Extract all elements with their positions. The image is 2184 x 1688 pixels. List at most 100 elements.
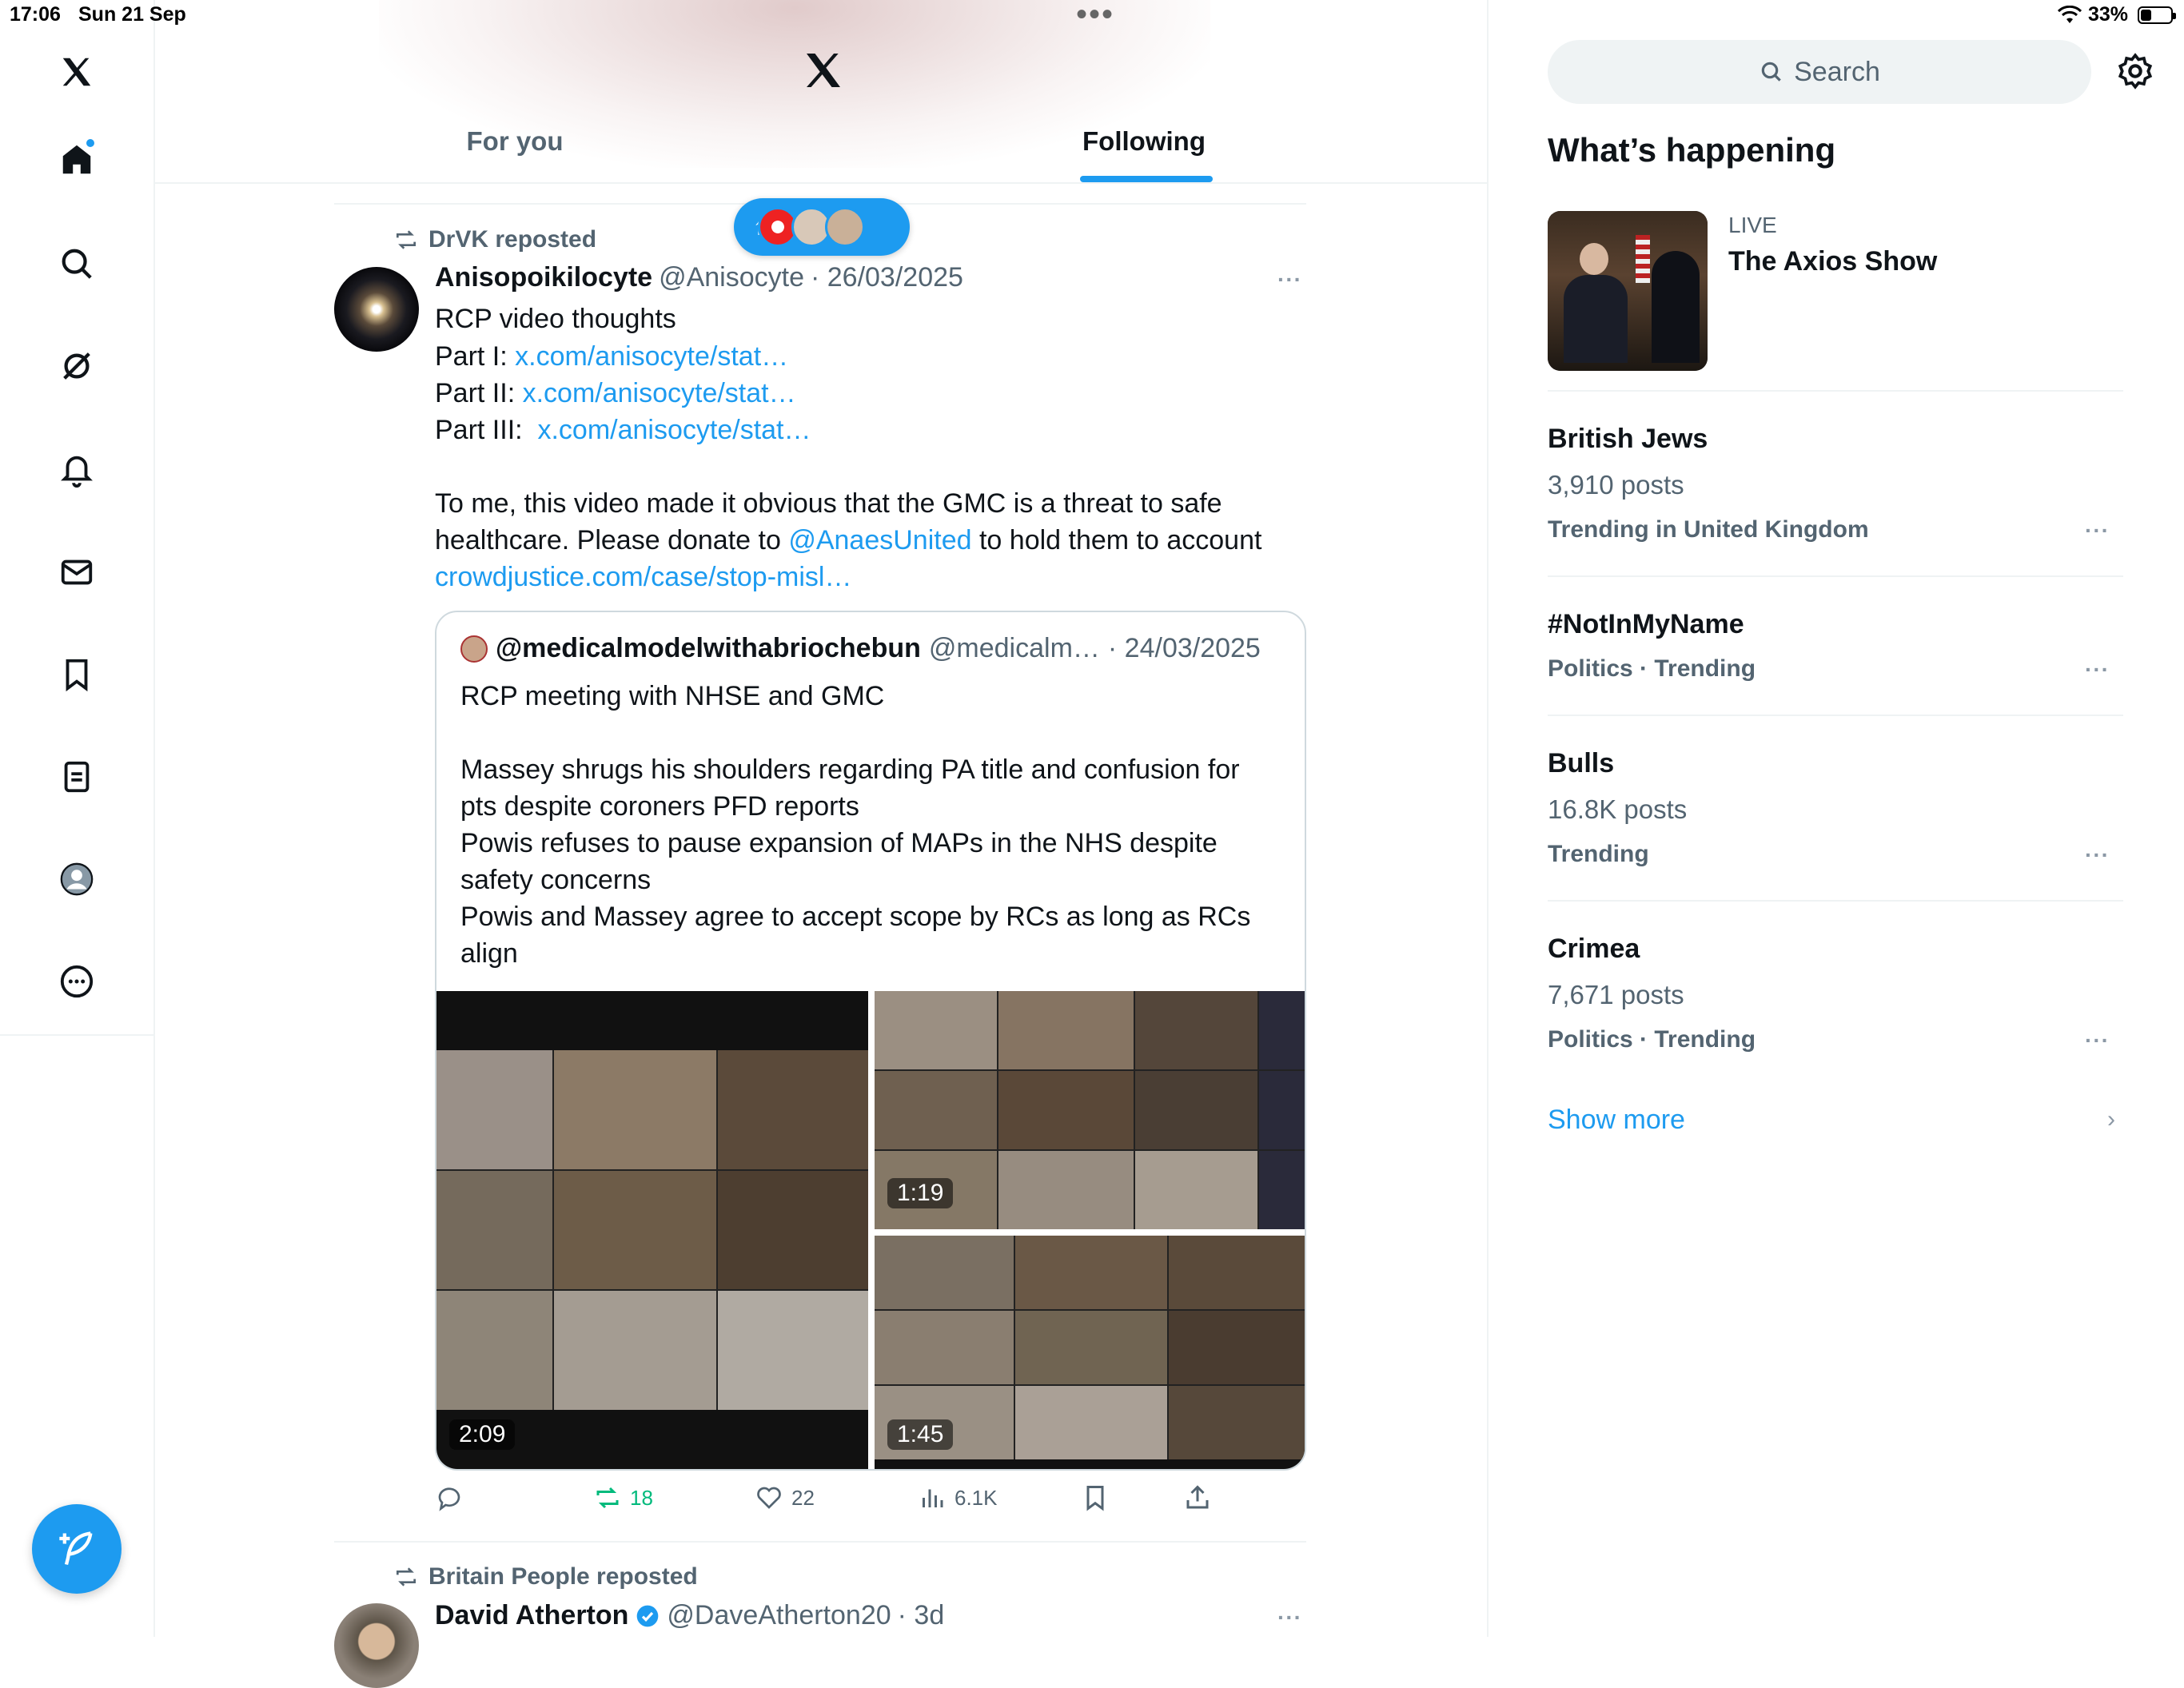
search-placeholder: Search bbox=[1794, 56, 1880, 87]
tab-for-you[interactable]: For you bbox=[435, 126, 595, 157]
status-bar: 17:06 Sun 21 Sep 33% bbox=[0, 0, 2184, 32]
trend-context: Trending bbox=[1548, 841, 1649, 867]
author-handle[interactable]: @Anisocyte bbox=[659, 262, 804, 293]
repost-context[interactable]: DrVK reposted bbox=[393, 226, 596, 253]
home-icon[interactable] bbox=[54, 137, 99, 182]
feather-plus-icon bbox=[59, 1531, 93, 1566]
trend-title[interactable]: #NotInMyName bbox=[1548, 609, 1744, 640]
repost-context[interactable]: Britain People reposted bbox=[393, 1563, 698, 1590]
post-actions: 18 22 6.1K bbox=[435, 1483, 1234, 1519]
video-thumbnail[interactable]: 1:45 bbox=[875, 1236, 1305, 1469]
text: Part II: bbox=[435, 378, 523, 408]
bookmarks-icon[interactable] bbox=[54, 652, 99, 697]
mention-link[interactable]: @AnaesUnited bbox=[788, 525, 971, 555]
more-options-icon[interactable] bbox=[54, 959, 99, 1004]
post-link[interactable]: x.com/anisocyte/stat… bbox=[537, 415, 811, 445]
author-name[interactable]: Anisopoikilocyte bbox=[435, 262, 652, 293]
trend-more-button[interactable]: ··· bbox=[2085, 518, 2110, 543]
author-name[interactable]: David Atherton bbox=[435, 1600, 628, 1631]
post-text-line: RCP video thoughts bbox=[435, 304, 676, 334]
trend-title[interactable]: Crimea bbox=[1548, 934, 1640, 965]
text: healthcare. Please donate to bbox=[435, 525, 789, 555]
settings-gear-icon[interactable] bbox=[2115, 51, 2155, 91]
quote-text-line: Powis and Massey agree to accept scope b… bbox=[460, 902, 1251, 932]
explore-search-icon[interactable] bbox=[54, 241, 99, 286]
post-date[interactable]: · 26/03/2025 bbox=[811, 262, 963, 293]
video-thumbnail[interactable]: 1:19 bbox=[875, 991, 1305, 1229]
trend-more-button[interactable]: ··· bbox=[2085, 657, 2110, 683]
post-text-line: Part I: x.com/anisocyte/stat… bbox=[435, 338, 788, 375]
avatar[interactable] bbox=[334, 267, 419, 352]
quote-text-line: Massey shrugs his shoulders regarding PA… bbox=[460, 754, 1240, 785]
quote-text-line: safety concerns bbox=[460, 865, 652, 895]
quote-header: @medicalmodelwithabriochebun @medicalm… … bbox=[460, 633, 1261, 664]
search-input[interactable]: Search bbox=[1548, 40, 2091, 104]
post-more-button[interactable]: ··· bbox=[1277, 1605, 1302, 1630]
quote-text-line: RCP meeting with NHSE and GMC bbox=[460, 681, 885, 711]
divider bbox=[1548, 715, 2123, 716]
post-header: David Atherton @DaveAtherton20 · 3d bbox=[435, 1600, 944, 1631]
divider bbox=[1548, 390, 2123, 392]
quote-text-line: Powis refuses to pause expansion of MAPs… bbox=[460, 828, 1218, 858]
rail-divider bbox=[153, 1036, 155, 1637]
video-thumbnail[interactable]: 2:09 bbox=[436, 991, 868, 1469]
status-date: Sun 21 Sep bbox=[78, 3, 186, 26]
trend-more-button[interactable]: ··· bbox=[2085, 842, 2110, 868]
battery-percent: 33% bbox=[2087, 3, 2128, 26]
author-handle[interactable]: @DaveAtherton20 bbox=[667, 1600, 891, 1631]
like-button[interactable]: 22 bbox=[755, 1483, 815, 1512]
x-logo-icon bbox=[807, 54, 840, 87]
new-posts-pill[interactable]: ↑ bbox=[734, 198, 910, 256]
verified-badge-icon bbox=[637, 1605, 659, 1626]
post-link[interactable]: x.com/anisocyte/stat… bbox=[515, 341, 788, 372]
trend-post-count: 16.8K posts bbox=[1548, 794, 1688, 824]
trend-post-count: 7,671 posts bbox=[1548, 980, 1684, 1009]
compose-post-button[interactable] bbox=[32, 1504, 122, 1594]
bookmark-button[interactable] bbox=[1081, 1483, 1110, 1512]
battery-icon bbox=[2138, 6, 2176, 24]
x-logo-icon[interactable] bbox=[54, 50, 99, 94]
status-time: 17:06 bbox=[10, 3, 61, 26]
repost-icon bbox=[596, 1487, 619, 1509]
messages-envelope-icon[interactable] bbox=[54, 550, 99, 595]
post-more-button[interactable]: ··· bbox=[1277, 267, 1302, 293]
lists-icon[interactable] bbox=[54, 754, 99, 799]
trend-more-button[interactable]: ··· bbox=[2085, 1028, 2110, 1053]
reply-button[interactable] bbox=[435, 1483, 464, 1512]
trend-title[interactable]: Bulls bbox=[1548, 748, 1614, 779]
notifications-bell-icon[interactable] bbox=[54, 448, 99, 492]
repost-label: Britain People reposted bbox=[428, 1563, 698, 1590]
left-nav-rail bbox=[0, 0, 155, 1036]
reply-icon bbox=[438, 1487, 460, 1511]
post-link[interactable]: x.com/anisocyte/stat… bbox=[523, 378, 796, 408]
video-duration: 1:19 bbox=[887, 1178, 954, 1208]
bookmark-icon bbox=[1086, 1486, 1104, 1511]
like-count: 22 bbox=[791, 1485, 815, 1510]
show-more-link[interactable]: Show more bbox=[1548, 1105, 1685, 1136]
tab-following[interactable]: Following bbox=[1068, 126, 1220, 157]
share-button[interactable] bbox=[1183, 1483, 1212, 1512]
trend-post-count: 3,910 posts bbox=[1548, 470, 1684, 500]
profile-avatar-icon[interactable] bbox=[54, 857, 99, 902]
repost-label: DrVK reposted bbox=[428, 226, 597, 253]
trend-context: Politics · Trending bbox=[1548, 1026, 1756, 1053]
chevron-right-icon: › bbox=[2107, 1106, 2115, 1133]
whats-happening-title: What’s happening bbox=[1548, 131, 1836, 169]
views-chart-icon bbox=[923, 1489, 943, 1507]
avatar[interactable] bbox=[334, 1603, 419, 1688]
video-duration: 2:09 bbox=[449, 1419, 516, 1450]
quote-author-name: @medicalmodelwithabriochebun bbox=[496, 633, 921, 663]
repost-icon bbox=[397, 230, 416, 249]
text: Part I: bbox=[435, 341, 516, 372]
trend-title[interactable]: British Jews bbox=[1548, 424, 1708, 455]
grok-icon[interactable] bbox=[54, 344, 99, 388]
repost-button[interactable]: 18 bbox=[593, 1483, 653, 1512]
live-event-thumbnail[interactable] bbox=[1548, 211, 1708, 371]
quote-author-handle: @medicalm… bbox=[928, 633, 1100, 663]
views-button[interactable]: 6.1K bbox=[918, 1483, 998, 1512]
quoted-post[interactable]: @medicalmodelwithabriochebun @medicalm… … bbox=[435, 611, 1306, 1471]
trend-context: Trending in United Kingdom bbox=[1548, 516, 1869, 543]
post-date[interactable]: · 3d bbox=[898, 1600, 945, 1631]
live-event-title[interactable]: The Axios Show bbox=[1728, 246, 1937, 277]
post-link[interactable]: crowdjustice.com/case/stop-misl… bbox=[435, 559, 851, 595]
